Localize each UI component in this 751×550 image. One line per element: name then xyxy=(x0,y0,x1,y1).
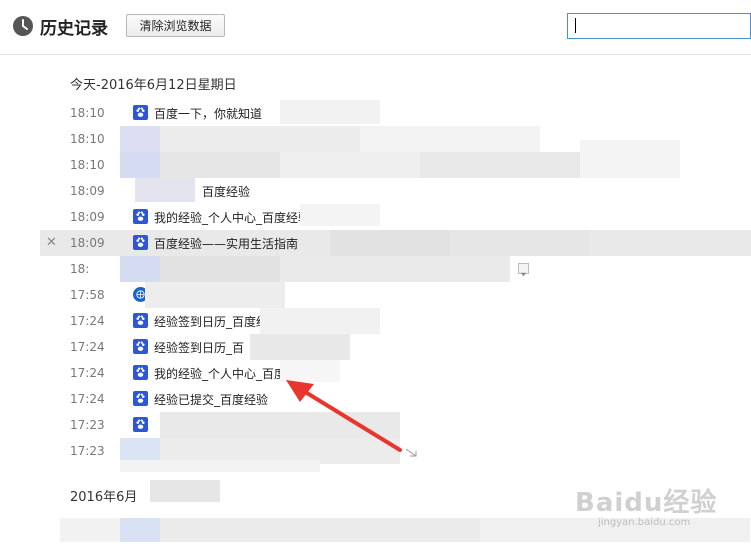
watermark-url: jingyan.baidu.com xyxy=(598,517,691,528)
baidu-watermark-logo: Baidu经验 xyxy=(575,488,718,518)
annotation-arrow xyxy=(286,380,402,452)
